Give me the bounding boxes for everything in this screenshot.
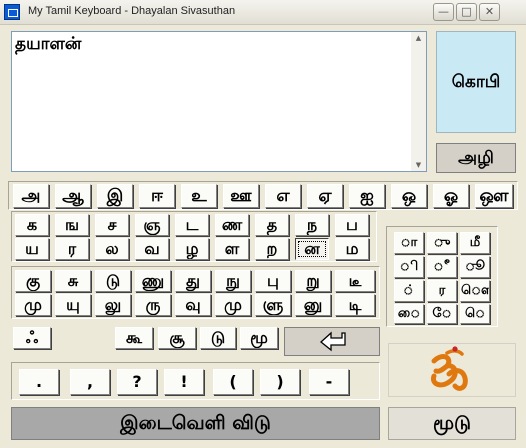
vowel-sign-key[interactable]: ி — [394, 256, 424, 278]
space-button[interactable]: இடைவெளி விடு — [11, 407, 380, 440]
consonant-key[interactable]: ய — [15, 238, 49, 260]
punctuation-key[interactable]: ) — [260, 369, 300, 395]
u-sign-key[interactable]: வு — [175, 294, 211, 316]
vowel-sign-key[interactable]: ் — [394, 280, 424, 302]
close-button[interactable]: மூடு — [388, 407, 516, 440]
vowel-sign-key[interactable]: மீ — [460, 232, 490, 254]
vowel-key[interactable]: ஆ — [55, 184, 91, 208]
uu-sign-key[interactable]: சூ — [158, 327, 196, 349]
consonant-key[interactable]: ங — [55, 214, 89, 236]
consonant-key[interactable]: ற — [255, 238, 289, 260]
consonant-key[interactable]: ள — [215, 238, 249, 260]
editor-text: தயாளன் — [15, 34, 82, 54]
vowel-key[interactable]: ஈ — [139, 184, 175, 208]
window-title: My Tamil Keyboard - Dhayalan Sivasuthan — [28, 5, 236, 17]
punctuation-key[interactable]: ? — [117, 369, 157, 395]
vowel-key[interactable]: எ — [265, 184, 301, 208]
vowel-key[interactable]: ஔ — [475, 184, 513, 208]
uu-sign-key[interactable]: கூ — [115, 327, 153, 349]
vowel-key[interactable]: உ — [181, 184, 217, 208]
maximize-button[interactable]: □ — [456, 3, 477, 21]
consonant-key[interactable]: ஞ — [135, 214, 169, 236]
enter-button[interactable] — [284, 327, 380, 356]
vowel-row: அ ஆ இ ஈ உ ஊ எ ஏ ஐ ஒ ஓ ஔ — [8, 181, 518, 210]
vowel-sign-key[interactable]: ா — [394, 232, 424, 254]
vowel-sign-key[interactable]: ீ — [427, 256, 457, 278]
vowel-key[interactable]: ஐ — [349, 184, 385, 208]
u-sign-key[interactable]: ளு — [255, 294, 291, 316]
enter-arrow-icon — [319, 331, 346, 352]
vowel-key[interactable]: அ — [13, 184, 49, 208]
u-sign-key[interactable]: நு — [215, 270, 251, 292]
u-sign-key[interactable]: மு — [15, 294, 51, 316]
vowel-key[interactable]: இ — [97, 184, 133, 208]
punctuation-key[interactable]: , — [70, 369, 110, 395]
consonant-key[interactable]: ப — [335, 214, 369, 236]
vowel-key[interactable]: ஒ — [391, 184, 427, 208]
vowel-sign-key[interactable]: ு — [427, 232, 457, 254]
u-sign-key[interactable]: ணு — [135, 270, 171, 292]
vowel-sign-key[interactable]: ே — [427, 304, 457, 324]
erase-button[interactable]: அழி — [436, 143, 516, 173]
consonant-key[interactable]: ட — [175, 214, 209, 236]
u-sign-key[interactable]: பு — [255, 270, 291, 292]
consonant-key[interactable]: ச — [95, 214, 129, 236]
vowel-key[interactable]: ஊ — [223, 184, 259, 208]
scroll-up-icon[interactable]: ▲ — [411, 32, 426, 44]
vowel-sign-key[interactable]: ௌ — [460, 280, 490, 302]
consonant-key[interactable]: த — [255, 214, 289, 236]
u-sign-key[interactable]: று — [295, 270, 331, 292]
punctuation-key[interactable]: - — [309, 369, 349, 395]
consonant-key[interactable]: ல — [95, 238, 129, 260]
consonant-key-focused[interactable]: ன — [295, 238, 329, 260]
vowel-sign-key[interactable]: ை — [394, 304, 424, 324]
punctuation-key[interactable]: ! — [164, 369, 204, 395]
text-editor[interactable]: தயாளன் ▲ ▼ — [11, 31, 427, 172]
consonant-key[interactable]: ர — [55, 238, 89, 260]
vowel-sign-key[interactable]: ெ — [460, 304, 490, 324]
u-sign-key[interactable]: லு — [95, 294, 131, 316]
copy-button[interactable]: கொபி — [436, 31, 516, 133]
uu-sign-key[interactable]: டு — [200, 327, 236, 349]
u-sign-key[interactable]: டு — [95, 270, 131, 292]
consonant-key[interactable]: ண — [215, 214, 249, 236]
aytham-key[interactable]: ஃ — [13, 327, 51, 349]
close-window-button[interactable]: ✕ — [479, 3, 500, 21]
vowel-key[interactable]: ஓ — [433, 184, 469, 208]
om-button[interactable] — [388, 343, 516, 397]
u-sign-key[interactable]: து — [175, 270, 211, 292]
om-symbol-icon — [431, 346, 468, 391]
consonant-key[interactable]: க — [15, 214, 49, 236]
punctuation-row: . , ? ! ( ) - — [11, 362, 380, 400]
minimize-button[interactable]: — — [433, 3, 454, 21]
app-icon — [4, 4, 20, 20]
u-sign-key[interactable]: மு — [215, 294, 251, 316]
vowel-key[interactable]: ஏ — [307, 184, 343, 208]
u-sign-key[interactable]: யு — [55, 294, 91, 316]
u-sign-key[interactable]: ரு — [135, 294, 171, 316]
uu-sign-key[interactable]: மூ — [240, 327, 278, 349]
u-sign-key[interactable]: டீ — [335, 270, 375, 292]
vertical-scrollbar[interactable]: ▲ ▼ — [411, 32, 426, 171]
consonant-key[interactable]: ந — [295, 214, 329, 236]
punctuation-key[interactable]: ( — [213, 369, 253, 395]
punctuation-key[interactable]: . — [19, 369, 59, 395]
vowel-sign-key[interactable]: ர — [427, 280, 457, 302]
u-sign-key[interactable]: னு — [295, 294, 331, 316]
scroll-down-icon[interactable]: ▼ — [411, 159, 426, 171]
u-sign-key[interactable]: டி — [335, 294, 375, 316]
u-sign-key[interactable]: கு — [15, 270, 51, 292]
consonant-grid: க ங ச ஞ ட ண த ந ப ய ர ல வ ழ ள ற ன ம — [11, 211, 377, 262]
title-bar: My Tamil Keyboard - Dhayalan Sivasuthan … — [0, 0, 526, 25]
consonant-key[interactable]: ம — [335, 238, 369, 260]
u-sign-grid: கு சு டு ணு து நு பு று டீ மு யு லு ரு வ… — [11, 266, 380, 319]
consonant-key[interactable]: ழ — [175, 238, 209, 260]
vowel-sign-grid: ா ு மீ ி ீ ூ ் ர ௌ ை ே ெ — [386, 226, 498, 327]
vowel-sign-key[interactable]: ூ — [460, 256, 490, 278]
consonant-key[interactable]: வ — [135, 238, 169, 260]
u-sign-key[interactable]: சு — [55, 270, 91, 292]
